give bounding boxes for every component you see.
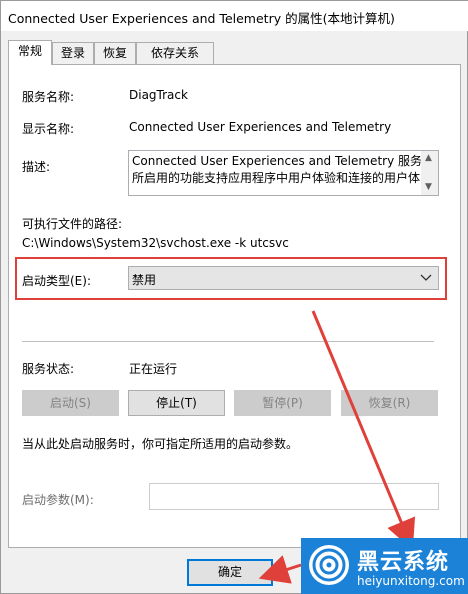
annotation-arrow-down (311, 310, 416, 550)
watermark-cn: 黑云系统 (357, 550, 450, 575)
properties-dialog: Connected User Experiences and Telemetry… (0, 0, 468, 594)
annotation-arrows (258, 310, 416, 584)
tab-general[interactable]: 常规 (8, 40, 52, 65)
logo-icon (309, 545, 349, 585)
annotation-arrow-left (258, 555, 302, 584)
watermark-brand: 黑云系统 heiyunxitong.com (301, 538, 468, 594)
watermark-en: heiyunxitong.com (357, 574, 465, 588)
